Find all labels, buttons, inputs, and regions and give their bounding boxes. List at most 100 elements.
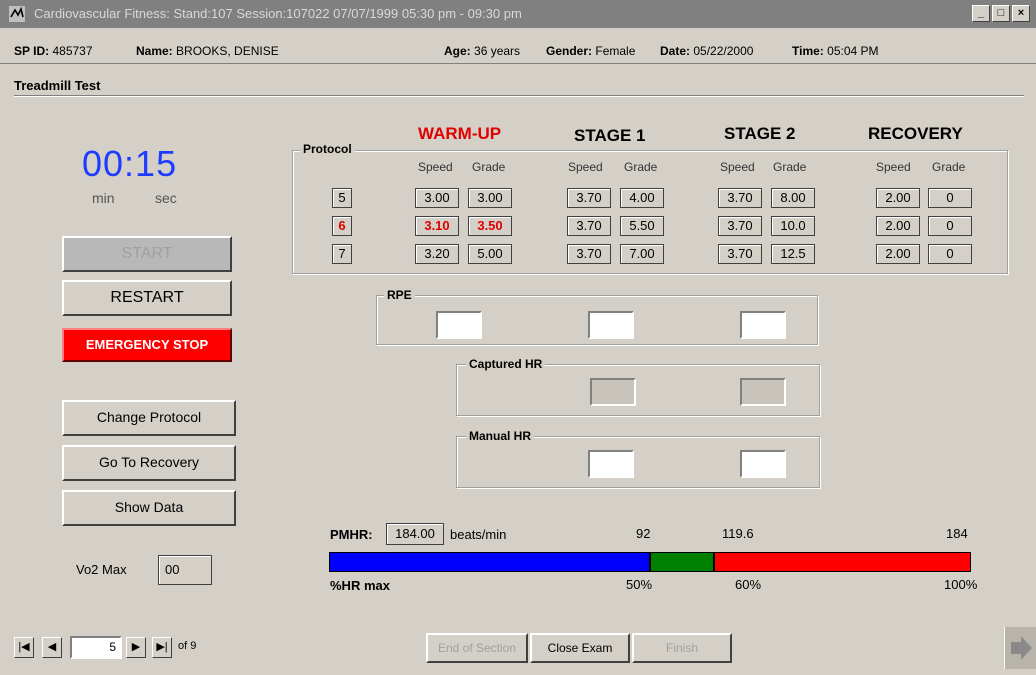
protocol-cell: 3.50	[468, 216, 512, 236]
stage-header-2: STAGE 2	[724, 124, 796, 143]
manual-hr-label: Manual HR	[466, 429, 535, 443]
col-speed: Speed	[418, 160, 453, 174]
next-record-button[interactable]: ▶	[126, 637, 146, 658]
app-icon	[9, 6, 25, 22]
rpe-input-stage2[interactable]	[740, 311, 786, 339]
protocol-cell: 3.70	[718, 244, 762, 264]
rpe-label: RPE	[384, 288, 415, 302]
manual-hr-stage1[interactable]	[588, 450, 634, 478]
protocol-cell: 0	[928, 216, 972, 236]
protocol-cell: 12.5	[771, 244, 815, 264]
record-count: of 9	[178, 640, 197, 652]
protocol-cell: 2.00	[876, 188, 920, 208]
title-bar: Cardiovascular Fitness: Stand:107 Sessio…	[0, 0, 1036, 28]
hr-zone-segment-1	[650, 552, 714, 572]
vo2max-label: Vo2 Max	[76, 562, 127, 577]
captured-hr-stage1	[590, 378, 636, 406]
patient-gender: Gender: Female	[546, 44, 636, 58]
protocol-cell: 3.70	[567, 244, 611, 264]
hr-pct-label: %HR max	[330, 578, 390, 593]
hr-mark-60: 119.6	[722, 526, 754, 541]
hr-mark-50: 92	[636, 526, 651, 541]
protocol-cell: 5.50	[620, 216, 664, 236]
captured-hr-stage2	[740, 378, 786, 406]
section-divider	[14, 95, 1024, 97]
col-speed: Speed	[568, 160, 603, 174]
col-grade: Grade	[472, 160, 506, 174]
end-of-section-button[interactable]: End of Section	[426, 633, 528, 663]
patient-age: Age: 36 years	[444, 44, 521, 58]
hr-pct-100: 100%	[944, 577, 978, 592]
captured-hr-label: Captured HR	[466, 357, 546, 371]
pmhr-unit: beats/min	[450, 527, 507, 542]
record-number-input[interactable]: 5	[70, 636, 122, 659]
col-grade: Grade	[773, 160, 807, 174]
prev-record-button[interactable]: ◀	[42, 637, 62, 658]
pmhr-value: 184.00	[386, 523, 444, 545]
protocol-cell: 2.00	[876, 216, 920, 236]
next-arrow-icon	[1011, 636, 1032, 660]
protocol-cell: 5.00	[468, 244, 512, 264]
vo2max-value: 00	[158, 555, 212, 585]
window-title: Cardiovascular Fitness: Stand:107 Sessio…	[34, 6, 522, 21]
pmhr-label: PMHR:	[330, 527, 373, 542]
protocol-cell: 3.70	[718, 188, 762, 208]
col-grade: Grade	[624, 160, 658, 174]
protocol-cell: 0	[928, 188, 972, 208]
next-arrow-panel[interactable]	[1004, 627, 1036, 669]
protocol-cell: 7.00	[620, 244, 664, 264]
close-exam-button[interactable]: Close Exam	[530, 633, 630, 663]
protocol-cell: 8.00	[771, 188, 815, 208]
emergency-stop-button[interactable]: EMERGENCY STOP	[62, 328, 232, 362]
rpe-input-stage1[interactable]	[588, 311, 634, 339]
elapsed-timer: 00:15	[82, 143, 178, 184]
protocol-group-label: Protocol	[300, 142, 355, 156]
hr-pct-60: 60%	[735, 577, 762, 592]
hr-zone-segment-2	[714, 552, 971, 572]
change-protocol-button[interactable]: Change Protocol	[62, 400, 236, 436]
timer-sec-label: sec	[155, 190, 177, 206]
protocol-6-selector[interactable]: 6	[332, 216, 352, 236]
protocol-cell: 3.70	[567, 216, 611, 236]
protocol-cell: 0	[928, 244, 972, 264]
start-button[interactable]: START	[62, 236, 232, 272]
hr-mark-100: 184	[946, 526, 968, 541]
protocol-cell: 10.0	[771, 216, 815, 236]
exam-date: Date: 05/22/2000	[660, 44, 754, 58]
protocol-cell: 3.10	[415, 216, 459, 236]
timer-min-label: min	[92, 190, 115, 206]
section-title: Treadmill Test	[14, 78, 101, 93]
stage-header-warmup: WARM-UP	[418, 124, 502, 143]
maximize-button[interactable]: □	[992, 5, 1010, 22]
protocol-cell: 3.00	[415, 188, 459, 208]
protocol-cell: 3.00	[468, 188, 512, 208]
protocol-7-selector[interactable]: 7	[332, 244, 352, 264]
protocol-cell: 2.00	[876, 244, 920, 264]
protocol-cell: 3.20	[415, 244, 459, 264]
col-speed: Speed	[876, 160, 911, 174]
rpe-input-warmup[interactable]	[436, 311, 482, 339]
col-grade: Grade	[932, 160, 966, 174]
manual-hr-stage2[interactable]	[740, 450, 786, 478]
first-record-button[interactable]: |◀	[14, 637, 34, 658]
close-button[interactable]: ×	[1012, 5, 1030, 22]
stage-header-recovery: RECOVERY	[868, 124, 963, 143]
go-to-recovery-button[interactable]: Go To Recovery	[62, 445, 236, 481]
show-data-button[interactable]: Show Data	[62, 490, 236, 526]
minimize-button[interactable]: _	[972, 5, 990, 22]
col-speed: Speed	[720, 160, 755, 174]
protocol-cell: 4.00	[620, 188, 664, 208]
patient-name: Name: BROOKS, DENISE	[136, 44, 279, 58]
hr-pct-50: 50%	[626, 577, 653, 592]
protocol-cell: 3.70	[718, 216, 762, 236]
sp-id: SP ID: 485737	[14, 44, 93, 58]
exam-time: Time: 05:04 PM	[792, 44, 879, 58]
protocol-5-selector[interactable]: 5	[332, 188, 352, 208]
finish-button[interactable]: Finish	[632, 633, 732, 663]
hr-zone-segment-0	[329, 552, 650, 572]
last-record-button[interactable]: ▶|	[152, 637, 172, 658]
protocol-cell: 3.70	[567, 188, 611, 208]
restart-button[interactable]: RESTART	[62, 280, 232, 316]
patient-header: SP ID: 485737 Name: BROOKS, DENISE Age: …	[0, 34, 1036, 64]
stage-header-1: STAGE 1	[574, 126, 646, 145]
